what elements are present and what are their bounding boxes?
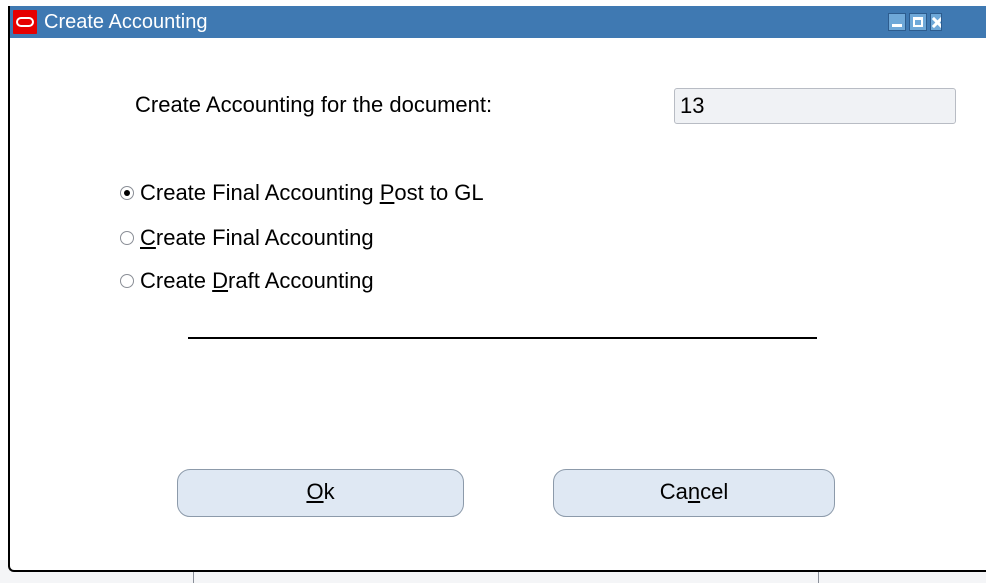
create-accounting-dialog: Create Accounting Create Accounting for …	[8, 6, 986, 572]
radio-option-draft-accounting[interactable]: Create Draft Accounting	[120, 266, 374, 296]
radio-button[interactable]	[120, 274, 134, 288]
radio-button[interactable]	[120, 231, 134, 245]
document-label: Create Accounting for the document:	[135, 92, 493, 117]
document-number-field[interactable]: 13	[674, 88, 956, 124]
titlebar[interactable]: Create Accounting	[10, 6, 986, 38]
radio-option-post-to-gl[interactable]: Create Final Accounting Post to GL	[120, 178, 484, 208]
oracle-logo-icon	[13, 10, 37, 34]
radio-label: Create Final Accounting Post to GL	[140, 180, 484, 205]
window-title: Create Accounting	[44, 11, 208, 33]
minimize-icon[interactable]	[888, 13, 906, 31]
radio-button[interactable]	[120, 186, 134, 200]
divider-line	[188, 337, 817, 339]
radio-label: Create Final Accounting	[140, 225, 374, 250]
radio-label: Create Draft Accounting	[140, 268, 374, 293]
close-icon[interactable]	[930, 13, 942, 31]
radio-option-final-accounting[interactable]: Create Final Accounting	[120, 223, 374, 253]
ok-button[interactable]: Ok	[177, 469, 464, 517]
maximize-icon[interactable]	[909, 13, 927, 31]
cancel-button[interactable]: Cancel	[553, 469, 835, 517]
